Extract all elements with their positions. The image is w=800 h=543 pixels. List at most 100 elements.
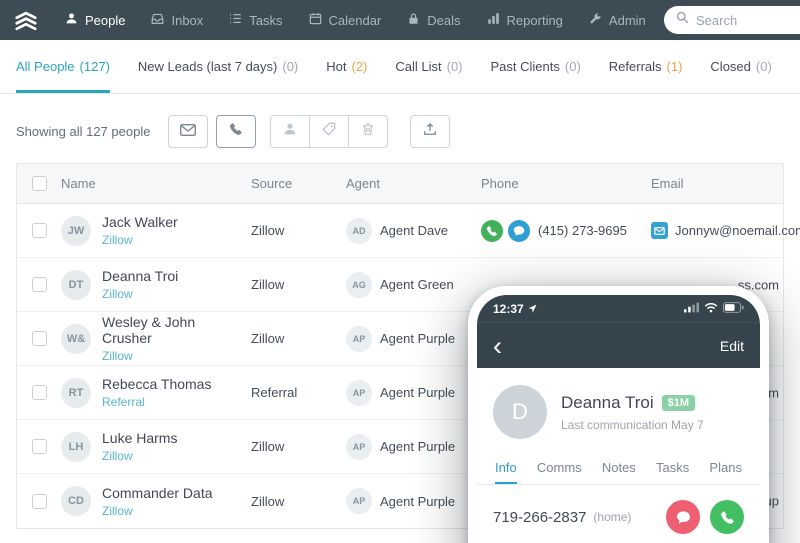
tab-label: New Leads (last 7 days) <box>137 59 278 74</box>
tab-label: Closed <box>710 59 751 74</box>
row-checkbox[interactable] <box>31 223 47 238</box>
nav-item-admin[interactable]: Admin <box>576 0 659 40</box>
tab-past-clients[interactable]: Past Clients (0) <box>491 40 581 93</box>
person-icon <box>65 12 78 28</box>
row-checkbox[interactable] <box>31 277 47 292</box>
contact-phone-row: 719-266-2837 (home) <box>477 485 760 543</box>
delete-button[interactable] <box>348 115 389 148</box>
contact-header: D Deanna Troi $1M Last communication May… <box>477 368 760 453</box>
call-button[interactable] <box>710 500 744 534</box>
column-source[interactable]: Source <box>251 176 346 191</box>
top-nav: People Inbox Tasks Calendar Deals Report… <box>0 0 800 40</box>
email-address[interactable]: Jonnyw@noemail.com <box>675 223 800 238</box>
contact-phone-number: 719-266-2837 <box>493 508 587 526</box>
person-sub-source: Zillow <box>102 503 133 518</box>
tab-count: (0) <box>446 59 463 74</box>
tab-count: (2) <box>351 59 368 74</box>
tab-all-people[interactable]: All People (127) <box>16 40 110 93</box>
tab-label: Past Clients <box>490 59 560 74</box>
assign-person-button[interactable] <box>270 115 311 148</box>
mobile-screen: 12:37 ‹ Edit D Deanna Troi $1M Last comm… <box>477 295 760 543</box>
wifi-icon <box>704 302 718 316</box>
search-box[interactable] <box>664 6 800 34</box>
email-action-button[interactable] <box>168 115 209 148</box>
nav-item-calendar[interactable]: Calendar <box>296 0 395 40</box>
avatar: W& <box>61 323 91 354</box>
wrench-icon <box>589 12 602 28</box>
nav-item-inbox[interactable]: Inbox <box>138 0 216 40</box>
tab-notes[interactable]: Notes <box>602 453 636 484</box>
select-all-checkbox[interactable] <box>31 176 47 191</box>
nav-item-tasks[interactable]: Tasks <box>216 0 295 40</box>
edit-button[interactable]: Edit <box>720 338 744 354</box>
contact-tabs: Info Comms Notes Tasks Plans <box>477 453 760 485</box>
agent-avatar: AP <box>346 433 372 460</box>
tab-referrals[interactable]: Referrals (1) <box>609 40 683 93</box>
tab-label: Referrals <box>608 59 662 74</box>
person-name[interactable]: Wesley & John Crusher <box>102 314 241 346</box>
row-checkbox[interactable] <box>31 331 47 346</box>
tab-closed[interactable]: Closed (0) <box>710 40 771 93</box>
tab-new-leads[interactable]: New Leads (last 7 days) (0) <box>138 40 298 93</box>
tab-call-list[interactable]: Call List (0) <box>395 40 462 93</box>
column-agent[interactable]: Agent <box>346 176 481 191</box>
nav-label: Tasks <box>249 12 283 28</box>
column-email[interactable]: Email <box>651 176 783 191</box>
avatar: DT <box>61 269 91 300</box>
tab-count: (127) <box>79 59 110 74</box>
avatar: RT <box>61 377 91 408</box>
person-name[interactable]: Commander Data <box>102 485 213 501</box>
person-name[interactable]: Rebecca Thomas <box>102 376 211 392</box>
tab-label: Call List <box>395 59 442 74</box>
tab-label: All People <box>16 59 75 74</box>
call-action-button[interactable] <box>216 115 257 148</box>
tab-info[interactable]: Info <box>495 453 517 484</box>
table-row[interactable]: JW Jack Walker Zillow Zillow AD Agent Da… <box>17 204 800 258</box>
tag-button[interactable] <box>309 115 350 148</box>
tab-count: (1) <box>666 59 683 74</box>
text-message-button[interactable] <box>666 500 700 534</box>
person-name[interactable]: Luke Harms <box>102 430 177 446</box>
tab-plans[interactable]: Plans <box>709 453 742 484</box>
row-checkbox[interactable] <box>31 439 47 454</box>
chat-icon[interactable] <box>508 219 530 242</box>
search-input[interactable] <box>696 12 786 28</box>
lock-icon <box>407 12 420 28</box>
avatar: LH <box>61 431 91 462</box>
export-button[interactable] <box>410 115 451 148</box>
nav-label: Reporting <box>506 12 563 28</box>
person-name[interactable]: Deanna Troi <box>102 268 178 284</box>
tab-count: (0) <box>564 59 581 74</box>
phone-number[interactable]: (415) 273-9695 <box>538 223 627 238</box>
contact-name: Deanna Troi <box>561 392 654 412</box>
call-icon[interactable] <box>481 219 503 242</box>
tab-tasks[interactable]: Tasks <box>656 453 689 484</box>
deal-value-badge: $1M <box>661 394 696 411</box>
agent-avatar: AG <box>346 271 372 298</box>
nav-item-people[interactable]: People <box>52 0 138 40</box>
row-checkbox[interactable] <box>31 385 47 400</box>
nav-label: Deals <box>427 12 461 28</box>
back-chevron-icon[interactable]: ‹ <box>493 332 502 359</box>
table-header: Name Source Agent Phone Email <box>17 164 783 204</box>
bulk-actions-group <box>270 115 389 148</box>
mobile-nav-bar: ‹ Edit <box>477 322 760 368</box>
tab-comms[interactable]: Comms <box>537 453 582 484</box>
column-name[interactable]: Name <box>61 176 251 191</box>
row-checkbox[interactable] <box>31 493 47 509</box>
person-sub-source: Zillow <box>102 449 133 463</box>
list-toolbar: Showing all 127 people <box>0 94 800 161</box>
column-phone[interactable]: Phone <box>481 176 651 191</box>
agent-name: Agent Purple <box>380 439 456 454</box>
person-name[interactable]: Jack Walker <box>102 214 178 230</box>
source-cell: Referral <box>251 385 298 400</box>
agent-avatar: AP <box>346 325 372 352</box>
app-logo-icon[interactable] <box>14 10 38 31</box>
last-communication-text: Last communication May 7 <box>561 417 704 432</box>
calendar-icon <box>309 12 322 28</box>
person-icon <box>283 122 297 141</box>
email-icon[interactable] <box>651 222 668 239</box>
nav-item-reporting[interactable]: Reporting <box>474 0 576 40</box>
tab-hot[interactable]: Hot (2) <box>326 40 367 93</box>
nav-item-deals[interactable]: Deals <box>394 0 473 40</box>
